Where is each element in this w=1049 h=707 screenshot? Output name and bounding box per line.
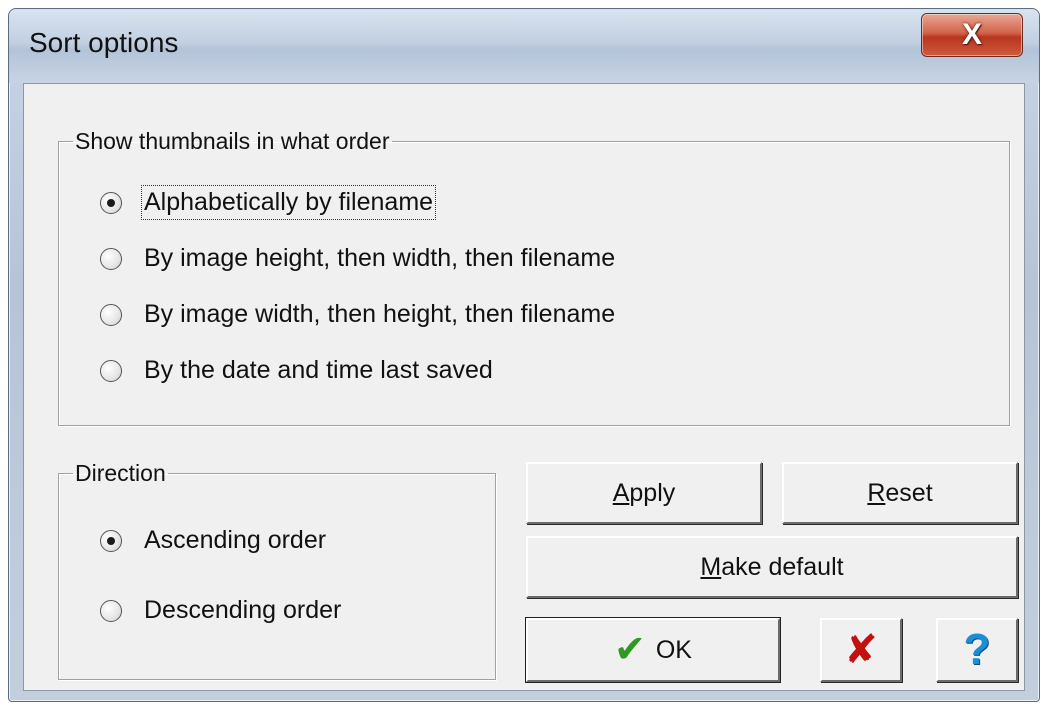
radio-button-icon[interactable] (100, 359, 122, 382)
reset-accelerator: R (867, 478, 886, 507)
make-default-label: ake default (721, 552, 844, 581)
radio-label: By the date and time last saved (144, 356, 493, 384)
apply-accelerator: A (612, 478, 630, 507)
radio-button-icon[interactable] (100, 303, 122, 326)
order-group-legend: Show thumbnails in what order (75, 128, 390, 154)
radio-sort-date-saved[interactable]: By the date and time last saved (100, 356, 493, 385)
ok-label: OK (655, 635, 692, 664)
dialog-body: Show thumbnails in what order Alphabetic… (23, 83, 1025, 691)
direction-group: Direction (58, 460, 496, 680)
radio-sort-width-height[interactable]: By image width, then height, then filena… (100, 300, 615, 329)
direction-group-legend: Direction (75, 460, 166, 486)
window-close-button[interactable]: X (921, 13, 1023, 57)
make-default-button[interactable]: Make default (526, 536, 1018, 598)
apply-button[interactable]: Apply (526, 462, 762, 524)
radio-sort-alphabetical[interactable]: Alphabetically by filename (100, 185, 437, 220)
radio-sort-height-width[interactable]: By image height, then width, then filena… (100, 244, 615, 273)
sort-options-dialog: Sort options X Show thumbnails in what o… (8, 8, 1040, 702)
help-question-icon: ? (963, 625, 991, 674)
green-check-icon: ✔ (614, 629, 646, 671)
ok-button[interactable]: ✔ OK (525, 617, 781, 683)
radio-label: Ascending order (144, 526, 327, 554)
close-icon: X (961, 18, 982, 51)
radio-ascending[interactable]: Ascending order (100, 526, 326, 555)
radio-label: Alphabetically by filename (140, 185, 437, 220)
radio-descending[interactable]: Descending order (100, 596, 341, 625)
radio-label: By image height, then width, then filena… (144, 244, 616, 272)
reset-button[interactable]: Reset (782, 462, 1018, 524)
help-button[interactable]: ? (936, 618, 1018, 682)
cancel-button[interactable]: ✘ (820, 618, 902, 682)
window-title: Sort options (29, 27, 179, 58)
make-default-accelerator: M (700, 552, 722, 581)
radio-button-icon[interactable] (100, 247, 122, 270)
red-x-icon: ✘ (844, 627, 878, 673)
reset-label: eset (885, 478, 933, 507)
apply-label: pply (629, 478, 676, 507)
radio-label: Descending order (144, 596, 342, 624)
radio-label: By image width, then height, then filena… (144, 300, 616, 328)
title-bar[interactable]: Sort options X (9, 9, 1039, 83)
radio-button-icon[interactable] (100, 191, 122, 214)
radio-button-icon[interactable] (100, 599, 122, 622)
radio-button-icon[interactable] (100, 529, 122, 552)
